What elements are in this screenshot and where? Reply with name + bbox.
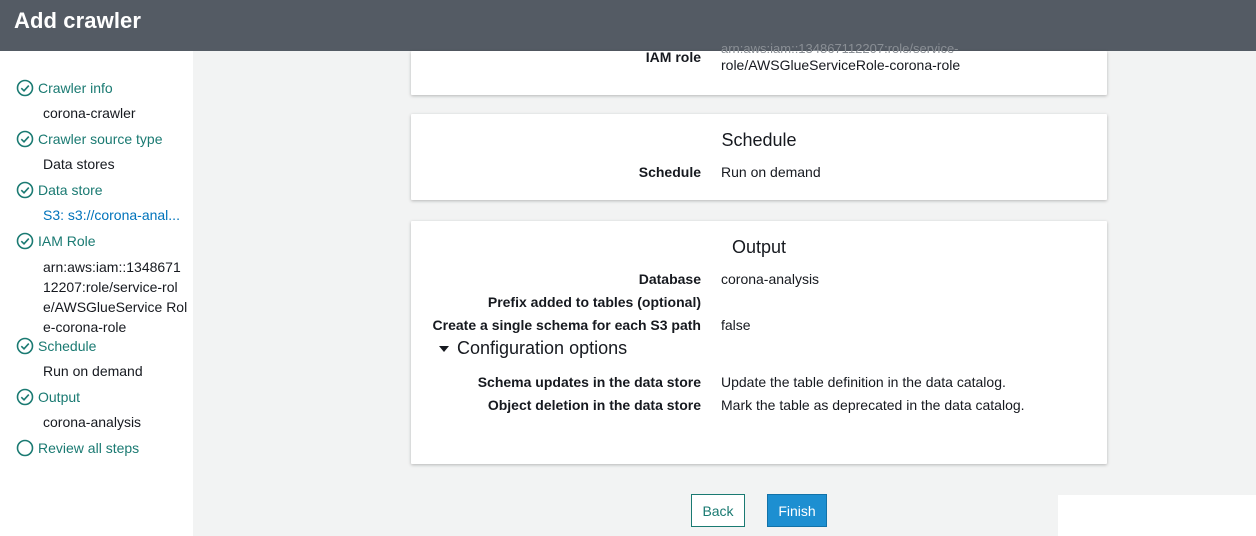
output-row-prefix: Prefix added to tables (optional) (411, 294, 1107, 314)
step-value-output: corona-analysis (43, 414, 142, 430)
step-crawler-source-type[interactable]: Crawler source type (16, 129, 163, 149)
config-value: Update the table definition in the data … (721, 374, 1006, 390)
check-circle-icon (16, 130, 34, 148)
step-output[interactable]: Output (16, 387, 80, 407)
schedule-heading: Schedule (721, 130, 797, 150)
configuration-options-label: Configuration options (457, 338, 628, 358)
output-row-single-schema: Create a single schema for each S3 path … (411, 317, 1107, 337)
config-key: Schema updates in the data store (477, 374, 701, 390)
step-review-all-steps[interactable]: Review all steps (16, 438, 139, 458)
step-value-schedule: Run on demand (43, 363, 143, 379)
output-key: Prefix added to tables (optional) (487, 294, 701, 310)
output-heading: Output (731, 237, 787, 257)
output-card: Output Database corona-analysis Prefix a… (411, 221, 1107, 464)
iam-role-value-line1: arn:aws:iam::134867112207:role/service- (721, 41, 959, 56)
main-content: IAM role arn:aws:iam::134867112207:role/… (193, 41, 1256, 536)
blank-area (1058, 495, 1256, 536)
wizard-steps-sidebar: Crawler info corona-crawler Crawler sour… (0, 51, 193, 536)
step-label: Schedule (38, 338, 97, 354)
output-key: Create a single schema for each S3 path (432, 317, 701, 333)
schedule-key: Schedule (638, 164, 701, 180)
step-value-source-type: Data stores (43, 156, 115, 172)
iam-role-key: IAM role (645, 49, 701, 65)
step-label: Crawler source type (38, 131, 163, 147)
step-label: IAM Role (38, 233, 96, 249)
step-label: Data store (38, 182, 103, 198)
iam-role-card: IAM role arn:aws:iam::134867112207:role/… (411, 41, 1107, 95)
step-crawler-info[interactable]: Crawler info (16, 78, 113, 98)
schedule-row: Schedule Run on demand (411, 164, 1107, 184)
schedule-card: Schedule Schedule Run on demand (411, 114, 1107, 200)
iam-role-row: IAM role arn:aws:iam::134867112207:role/… (411, 41, 1107, 73)
iam-role-value-line2: role/AWSGlueServiceRole-corona-role (721, 57, 961, 73)
output-value: corona-analysis (721, 271, 820, 287)
empty-circle-icon (16, 439, 34, 457)
config-row-object-deletion: Object deletion in the data store Mark t… (411, 397, 1107, 417)
step-label: Review all steps (38, 440, 140, 456)
config-value: Mark the table as deprecated in the data… (721, 397, 1025, 413)
check-circle-icon (16, 79, 34, 97)
check-circle-icon (16, 232, 34, 250)
schedule-value: Run on demand (721, 164, 821, 180)
step-value-crawler-name: corona-crawler (43, 105, 136, 121)
step-label: Output (38, 389, 81, 405)
step-label: Crawler info (38, 80, 113, 96)
check-circle-icon (16, 388, 34, 406)
configuration-options-toggle[interactable]: Configuration options (439, 338, 627, 359)
step-data-store[interactable]: Data store (16, 180, 103, 200)
output-row-database: Database corona-analysis (411, 271, 1107, 291)
caret-down-icon (439, 345, 449, 352)
step-value-iam-role: arn:aws:iam::1348671 12207:role/service-… (43, 259, 188, 335)
config-key: Object deletion in the data store (487, 397, 701, 413)
check-circle-icon (16, 337, 34, 355)
step-schedule[interactable]: Schedule (16, 336, 96, 356)
check-circle-icon (16, 181, 34, 199)
output-key: Database (638, 271, 701, 287)
finish-button[interactable]: Finish (767, 494, 827, 527)
page-title: Add crawler (14, 8, 142, 33)
step-iam-role[interactable]: IAM Role (16, 231, 96, 251)
step-value-data-store-link[interactable]: S3: s3://corona-anal... (43, 205, 185, 225)
back-button[interactable]: Back (691, 494, 745, 527)
output-value: false (721, 317, 751, 333)
title-bar: Add crawler (0, 0, 1256, 51)
config-row-schema-updates: Schema updates in the data store Update … (411, 374, 1107, 394)
